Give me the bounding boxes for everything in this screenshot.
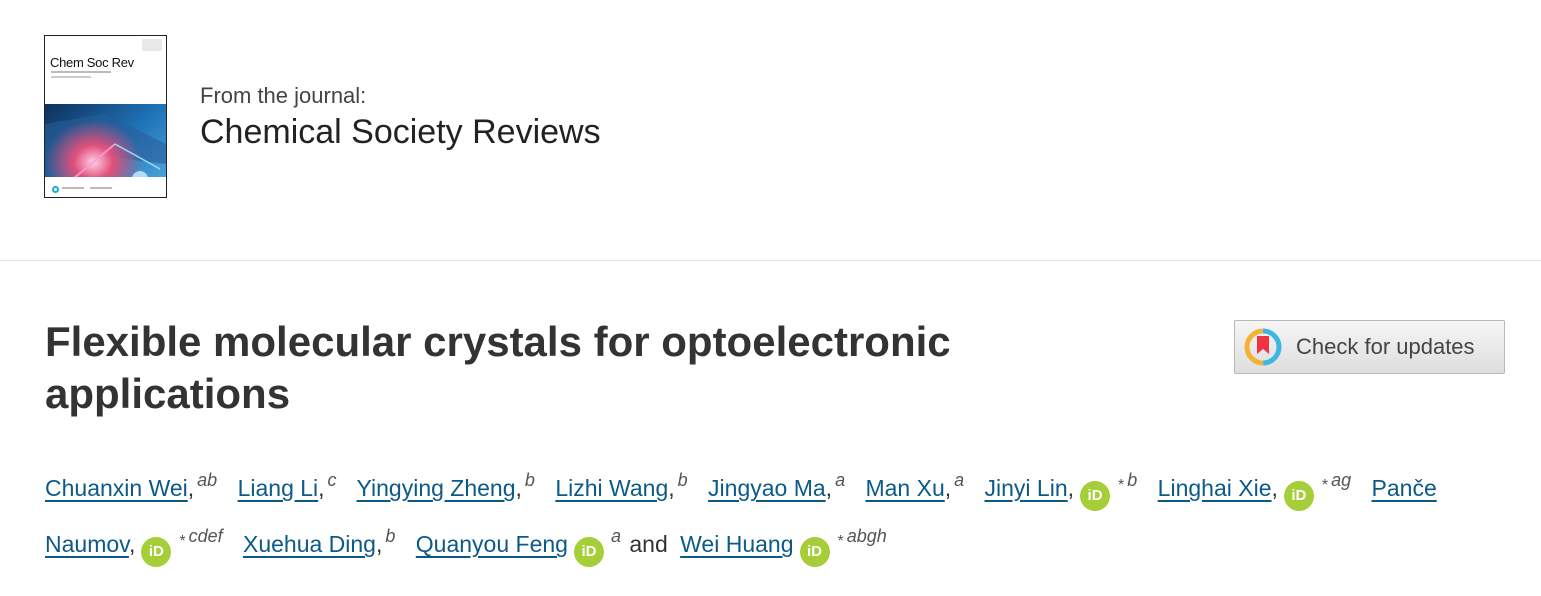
- author-link[interactable]: Wei Huang: [680, 531, 793, 557]
- affiliation-sup[interactable]: c: [328, 470, 337, 490]
- affiliation-sup[interactable]: a: [835, 470, 845, 490]
- article-title: Flexible molecular crystals for optoelec…: [45, 318, 951, 417]
- check-for-updates-button[interactable]: Check for updates: [1234, 320, 1505, 374]
- cover-footer-text: [62, 187, 84, 189]
- from-journal-label: From the journal:: [200, 83, 367, 108]
- author-link[interactable]: Xuehua Ding: [243, 531, 376, 557]
- author-item: Quanyou Feng iD a: [416, 526, 621, 567]
- corresponding-author-star: *: [1321, 477, 1329, 494]
- check-for-updates-label: Check for updates: [1296, 334, 1475, 359]
- author-item: Wei Huang iD * abgh: [680, 526, 887, 567]
- affiliation-sup[interactable]: abgh: [847, 526, 887, 546]
- and-conjunction: and: [629, 531, 668, 557]
- cover-subtitle-line: [51, 71, 111, 73]
- author-link[interactable]: Lizhi Wang: [555, 475, 668, 501]
- author-item: Linghai Xie, iD* ag: [1158, 470, 1351, 511]
- orcid-icon[interactable]: iD: [1080, 481, 1111, 511]
- author-link[interactable]: Man Xu: [865, 475, 944, 501]
- author-link[interactable]: Jingyao Ma: [708, 475, 826, 501]
- author-item: Man Xu, a: [865, 470, 965, 501]
- rsc-logo-icon: [52, 186, 59, 193]
- orcid-icon[interactable]: iD: [573, 537, 604, 567]
- author-link[interactable]: Liang Li: [238, 475, 319, 501]
- affiliation-sup[interactable]: b: [525, 470, 535, 490]
- journal-name-link[interactable]: Chemical Society Reviews: [200, 113, 601, 152]
- affiliation-sup[interactable]: b: [1127, 470, 1137, 490]
- cover-footer-text: [90, 187, 112, 189]
- corresponding-author-star: *: [1118, 477, 1125, 494]
- cover-title: Chem Soc Rev: [50, 55, 134, 70]
- affiliation-sup[interactable]: a: [954, 470, 964, 490]
- cover-subtitle-line: [51, 76, 91, 78]
- affiliation-sup[interactable]: b: [385, 526, 395, 546]
- journal-cover-image[interactable]: Chem Soc Rev: [44, 35, 167, 198]
- author-item: Lizhi Wang, b: [555, 470, 688, 501]
- author-item: Xuehua Ding, b: [242, 526, 396, 557]
- author-link[interactable]: Chuanxin Wei: [45, 475, 188, 501]
- author-link[interactable]: Linghai Xie: [1158, 475, 1272, 501]
- header-divider: [0, 260, 1541, 261]
- affiliation-sup[interactable]: a: [611, 526, 621, 546]
- cover-stamp: [142, 39, 162, 51]
- author-item: Liang Li, c: [237, 470, 337, 501]
- affiliation-sup[interactable]: ab: [197, 470, 217, 490]
- corresponding-author-star: *: [179, 533, 186, 550]
- author-item: Jingyao Ma, a: [708, 470, 846, 501]
- affiliation-sup[interactable]: cdef: [189, 526, 223, 546]
- author-item: Yingying Zheng, b: [356, 470, 535, 501]
- author-list: Chuanxin Wei, ab Liang Li, c Yingying Zhen…: [45, 462, 1510, 574]
- corresponding-author-star: *: [837, 533, 844, 550]
- author-item: Jinyi Lin, iD* b: [985, 470, 1137, 511]
- crossmark-icon: [1244, 328, 1282, 366]
- author-link[interactable]: Quanyou Feng: [416, 531, 568, 557]
- affiliation-sup[interactable]: ag: [1331, 470, 1351, 490]
- author-link[interactable]: Panče: [1372, 475, 1437, 501]
- orcid-icon[interactable]: iD: [141, 537, 172, 567]
- orcid-icon[interactable]: iD: [1283, 481, 1314, 511]
- author-link[interactable]: Naumov: [45, 531, 129, 557]
- author-link[interactable]: Yingying Zheng: [357, 475, 516, 501]
- author-item: Chuanxin Wei, ab: [45, 470, 218, 501]
- author-item: Naumov, iD* cdef: [45, 526, 223, 567]
- affiliation-sup[interactable]: b: [678, 470, 688, 490]
- orcid-icon[interactable]: iD: [799, 537, 830, 567]
- author-link[interactable]: Jinyi Lin: [985, 475, 1068, 501]
